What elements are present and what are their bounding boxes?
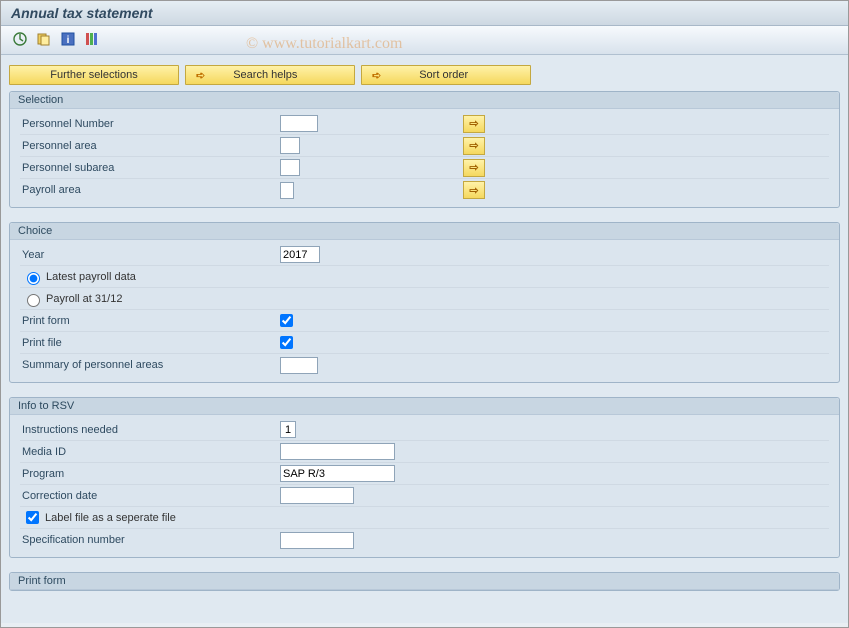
print-file-checkbox[interactable] xyxy=(280,336,293,349)
toolbar: i xyxy=(1,26,848,55)
button-label: Further selections xyxy=(50,69,137,81)
variants-icon[interactable] xyxy=(35,30,53,48)
row-correction-date: Correction date xyxy=(20,485,829,507)
row-spec-number: Specification number xyxy=(20,529,829,551)
sort-order-button[interactable]: ➪ Sort order xyxy=(361,65,531,85)
row-instructions: Instructions needed xyxy=(20,419,829,441)
group-title: Print form xyxy=(10,573,839,590)
row-payroll-area: Payroll area ⇨ xyxy=(20,179,829,201)
program-input[interactable] xyxy=(280,465,395,482)
further-selections-button[interactable]: Further selections xyxy=(9,65,179,85)
row-summary-areas: Summary of personnel areas xyxy=(20,354,829,376)
field-label: Program xyxy=(20,468,280,480)
svg-text:i: i xyxy=(67,35,70,46)
group-title: Info to RSV xyxy=(10,398,839,415)
row-print-form: Print form xyxy=(20,310,829,332)
field-label: Media ID xyxy=(20,446,280,458)
multiple-selection-icon[interactable]: ⇨ xyxy=(463,115,485,133)
payroll-3112-radio[interactable] xyxy=(27,294,40,307)
more-icon[interactable] xyxy=(83,30,101,48)
field-label: Personnel area xyxy=(20,140,280,152)
row-year: Year xyxy=(20,244,829,266)
field-label: Personnel subarea xyxy=(20,162,280,174)
field-label: Print file xyxy=(20,337,280,349)
row-program: Program xyxy=(20,463,829,485)
correction-date-input[interactable] xyxy=(280,487,354,504)
field-label: Specification number xyxy=(20,534,280,546)
checkbox-label: Label file as a seperate file xyxy=(45,512,176,524)
row-print-file: Print file xyxy=(20,332,829,354)
page-title: Annual tax statement xyxy=(11,5,153,21)
action-button-row: Further selections ➪ Search helps ➪ Sort… xyxy=(9,65,840,85)
field-label: Payroll area xyxy=(20,184,280,196)
radio-label: Payroll at 31/12 xyxy=(46,293,122,305)
year-input[interactable] xyxy=(280,246,320,263)
button-label: Sort order xyxy=(419,69,468,81)
choice-group: Choice Year Latest payroll data Payroll … xyxy=(9,222,840,383)
row-personnel-subarea: Personnel subarea ⇨ xyxy=(20,157,829,179)
payroll-area-input[interactable] xyxy=(280,182,294,199)
personnel-number-input[interactable] xyxy=(280,115,318,132)
row-personnel-area: Personnel area ⇨ xyxy=(20,135,829,157)
selection-group: Selection Personnel Number ⇨ Personnel a… xyxy=(9,91,840,208)
personnel-subarea-input[interactable] xyxy=(280,159,300,176)
radio-label: Latest payroll data xyxy=(46,271,136,283)
field-label: Year xyxy=(20,249,280,261)
radio-latest-payroll: Latest payroll data xyxy=(20,266,829,288)
field-label: Personnel Number xyxy=(20,118,280,130)
execute-icon[interactable] xyxy=(11,30,29,48)
media-id-input[interactable] xyxy=(280,443,395,460)
info-icon[interactable]: i xyxy=(59,30,77,48)
field-label: Correction date xyxy=(20,490,280,502)
title-bar: Annual tax statement xyxy=(1,1,848,26)
arrow-right-icon: ➪ xyxy=(372,69,381,82)
search-helps-button[interactable]: ➪ Search helps xyxy=(185,65,355,85)
multiple-selection-icon[interactable]: ⇨ xyxy=(463,181,485,199)
label-file-checkbox[interactable] xyxy=(26,511,39,524)
multiple-selection-icon[interactable]: ⇨ xyxy=(463,159,485,177)
instructions-input[interactable] xyxy=(280,421,296,438)
row-label-file: Label file as a seperate file xyxy=(20,507,829,529)
arrow-right-icon: ➪ xyxy=(196,69,205,82)
field-label: Print form xyxy=(20,315,280,327)
info-rsv-group: Info to RSV Instructions needed Media ID… xyxy=(9,397,840,558)
field-label: Instructions needed xyxy=(20,424,280,436)
row-personnel-number: Personnel Number ⇨ xyxy=(20,113,829,135)
content-area: Further selections ➪ Search helps ➪ Sort… xyxy=(1,55,848,623)
field-label: Summary of personnel areas xyxy=(20,359,280,371)
group-title: Choice xyxy=(10,223,839,240)
print-form-checkbox[interactable] xyxy=(280,314,293,327)
row-media-id: Media ID xyxy=(20,441,829,463)
app-window: Annual tax statement i © www.tutorialkar… xyxy=(0,0,849,628)
radio-at-3112: Payroll at 31/12 xyxy=(20,288,829,310)
latest-payroll-radio[interactable] xyxy=(27,272,40,285)
summary-areas-input[interactable] xyxy=(280,357,318,374)
group-title: Selection xyxy=(10,92,839,109)
button-label: Search helps xyxy=(233,69,297,81)
print-form-group: Print form xyxy=(9,572,840,591)
spec-number-input[interactable] xyxy=(280,532,354,549)
personnel-area-input[interactable] xyxy=(280,137,300,154)
multiple-selection-icon[interactable]: ⇨ xyxy=(463,137,485,155)
